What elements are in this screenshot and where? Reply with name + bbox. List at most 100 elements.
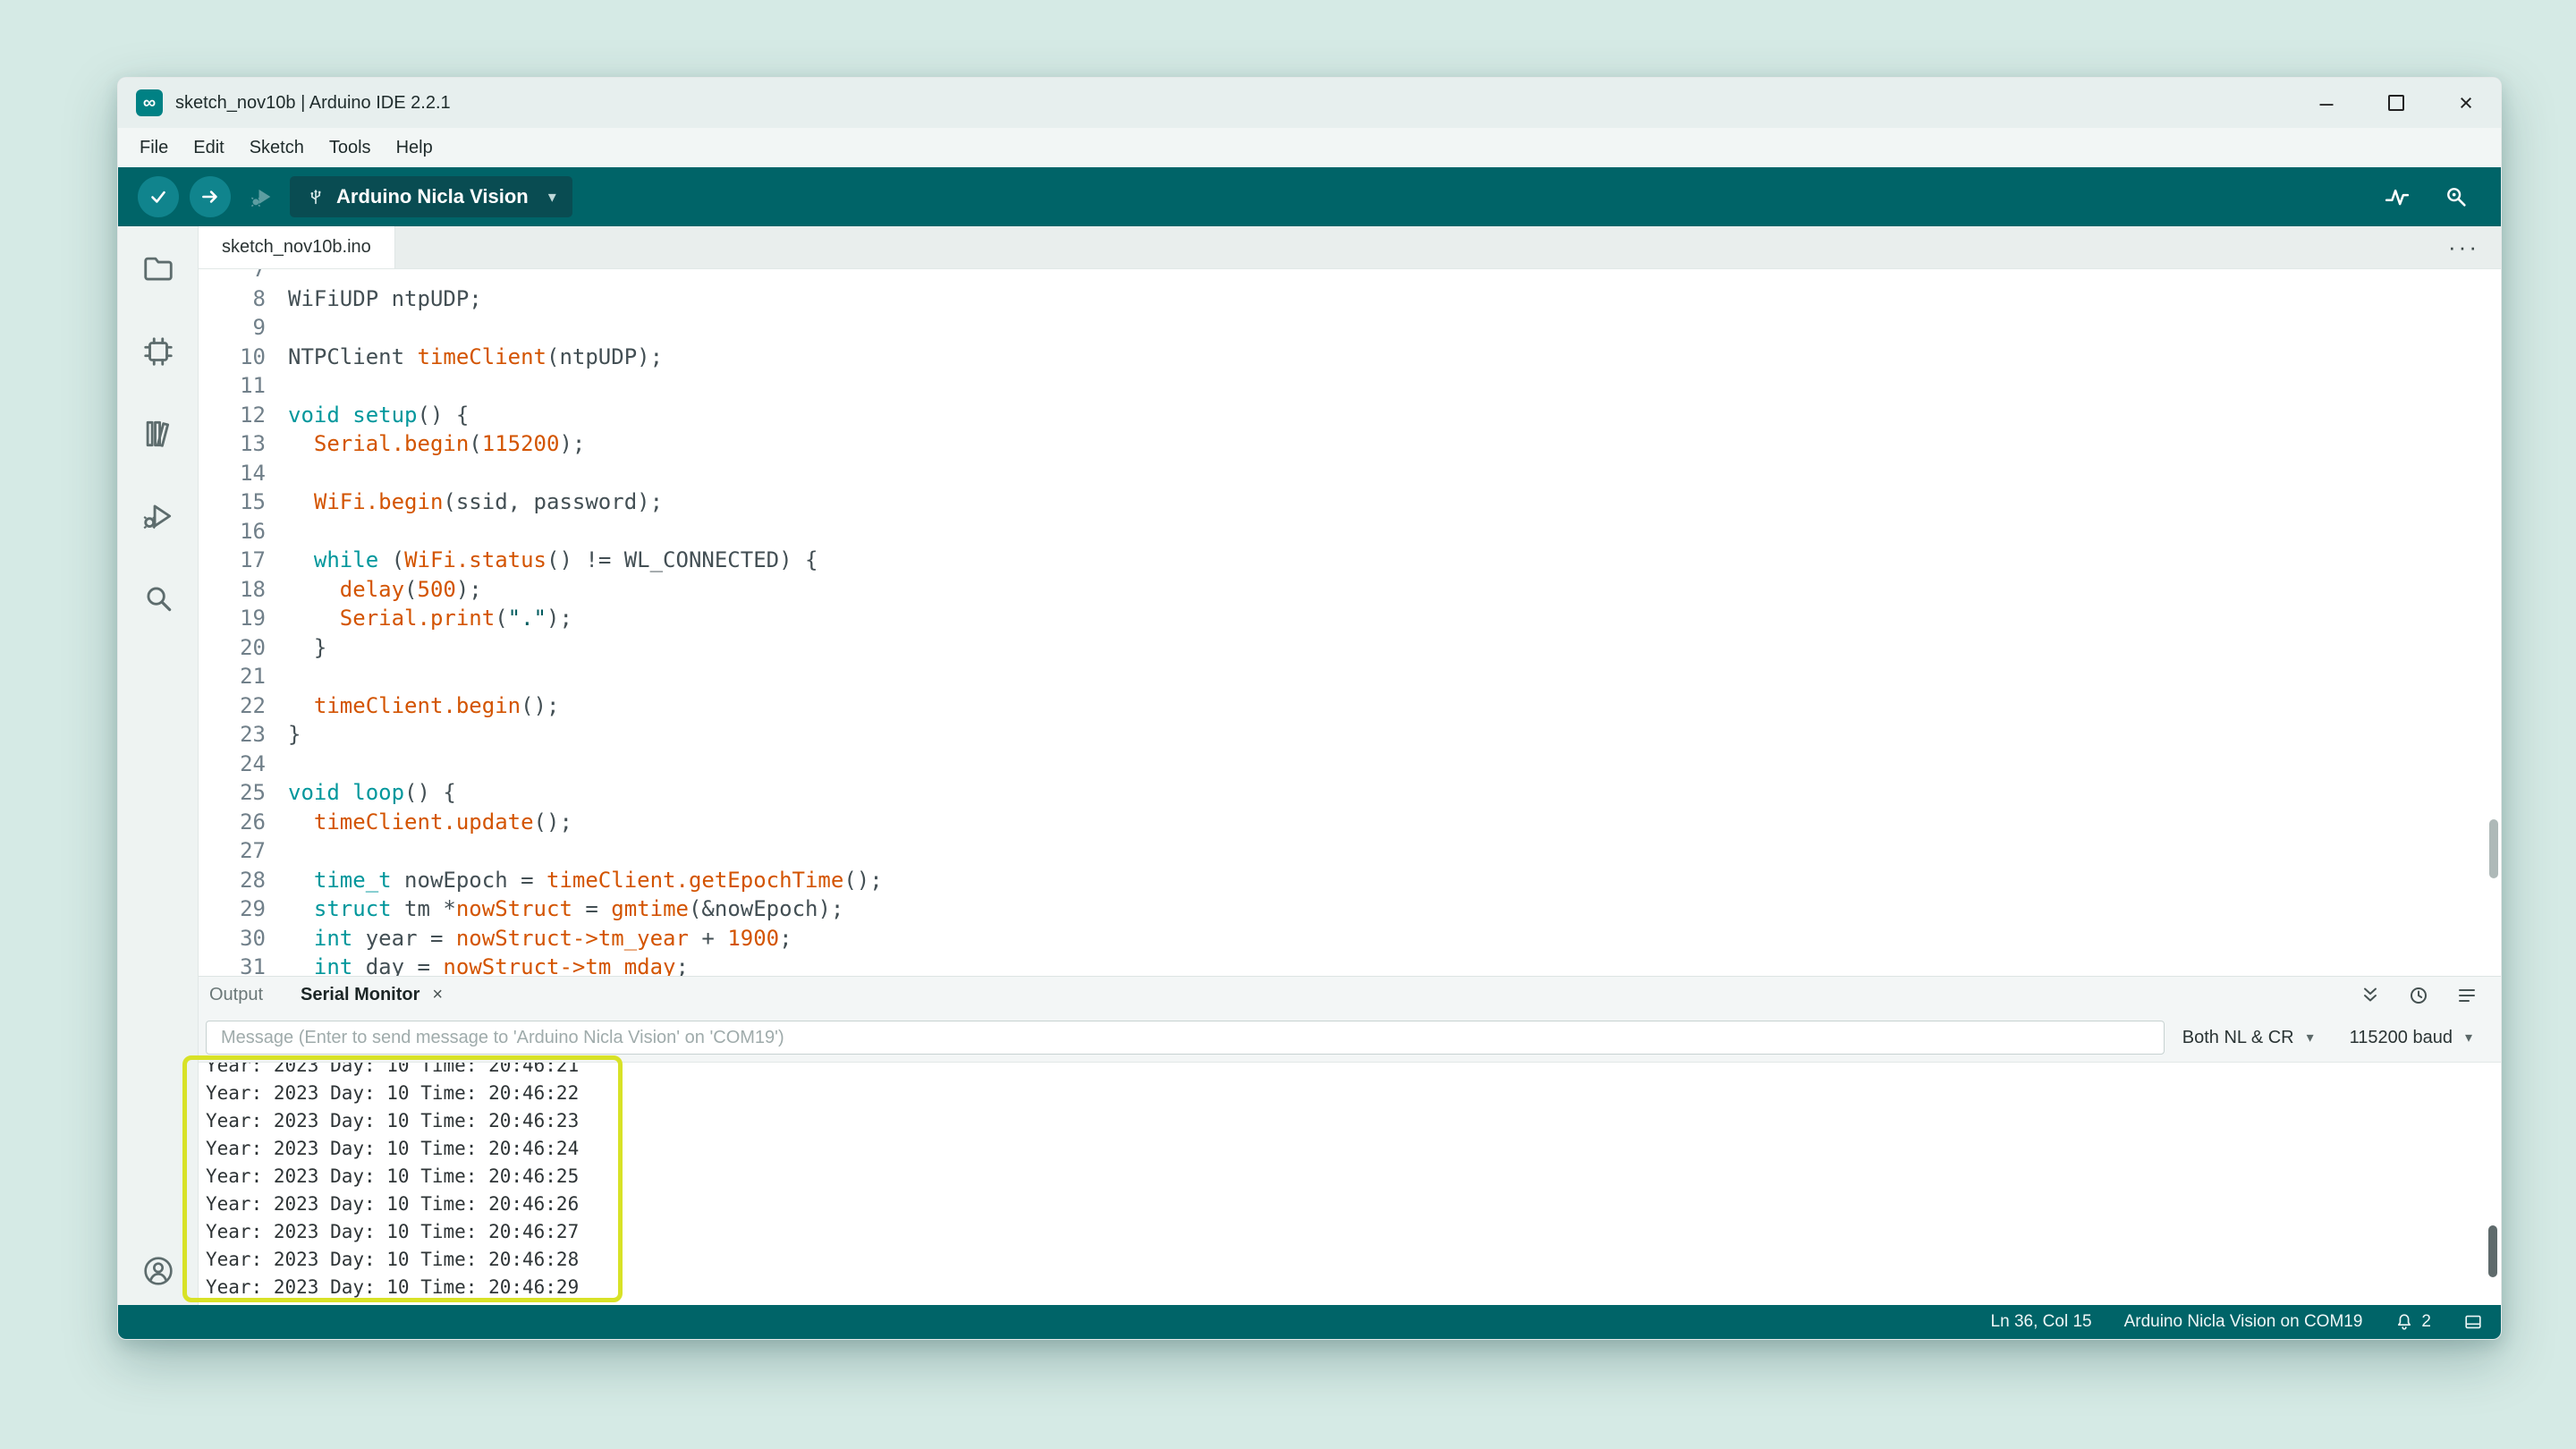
code-line[interactable]: 8WiFiUDP ntpUDP; (199, 284, 2487, 314)
code-line[interactable]: 11 (199, 371, 2487, 401)
tab-serial-monitor[interactable]: Serial Monitor × (301, 977, 443, 1013)
arrow-right-icon (199, 185, 222, 208)
code-line[interactable]: 15 WiFi.begin(ssid, password); (199, 487, 2487, 517)
arduino-app-icon: ∞ (136, 89, 163, 116)
clear-output-button[interactable] (2456, 985, 2478, 1006)
minimize-button[interactable]: – (2292, 78, 2361, 128)
sidebar-item-boards-manager[interactable] (139, 332, 178, 371)
arduino-ide-window: ∞ sketch_nov10b | Arduino IDE 2.2.1 – × … (117, 77, 2502, 1340)
code-line[interactable]: 20 } (199, 633, 2487, 663)
line-number: 31 (199, 953, 288, 976)
line-number: 26 (199, 808, 288, 837)
code-line[interactable]: 30 int year = nowStruct->tm_year + 1900; (199, 924, 2487, 953)
serial-line: Year: 2023 Day: 10 Time: 20:46:21 (206, 1062, 579, 1080)
serial-line: Year: 2023 Day: 10 Time: 20:46:22 (206, 1080, 579, 1107)
usb-icon (306, 187, 326, 207)
code-lines: 78WiFiUDP ntpUDP;910NTPClient timeClient… (199, 269, 2487, 976)
code-line[interactable]: 26 timeClient.update(); (199, 808, 2487, 837)
line-number: 21 (199, 662, 288, 691)
serial-monitor-button[interactable] (2435, 175, 2478, 218)
serial-line: Year: 2023 Day: 10 Time: 20:46:23 (206, 1107, 579, 1135)
code-line[interactable]: 18 delay(500); (199, 575, 2487, 605)
main-area: sketch_nov10b.ino ··· 78WiFiUDP ntpUDP;9… (199, 226, 2501, 1305)
chevron-down-icon: ▾ (2465, 1029, 2472, 1046)
serial-scrollbar-thumb[interactable] (2488, 1225, 2497, 1277)
menu-tools[interactable]: Tools (317, 128, 384, 167)
code-line[interactable]: 10NTPClient timeClient(ntpUDP); (199, 343, 2487, 372)
editor-scrollbar[interactable] (2487, 269, 2501, 976)
editor-scrollbar-thumb[interactable] (2489, 819, 2498, 878)
tab-output[interactable]: Output (209, 977, 263, 1013)
menu-file[interactable]: File (127, 128, 181, 167)
window-title: sketch_nov10b | Arduino IDE 2.2.1 (175, 93, 451, 114)
code-line[interactable]: 28 time_t nowEpoch = timeClient.getEpoch… (199, 866, 2487, 895)
code-line[interactable]: 7 (199, 269, 2487, 284)
line-number: 10 (199, 343, 288, 372)
chevron-down-icon: ▾ (2307, 1029, 2314, 1046)
menu-sketch[interactable]: Sketch (237, 128, 317, 167)
clear-output-icon (2456, 985, 2478, 1006)
upload-button[interactable] (190, 176, 231, 217)
double-chevron-down-icon (2360, 985, 2381, 1006)
code-line[interactable]: 23} (199, 720, 2487, 750)
line-number: 16 (199, 517, 288, 547)
account-button[interactable] (139, 1251, 178, 1291)
code-line[interactable]: 25void loop() { (199, 778, 2487, 808)
status-board-port[interactable]: Arduino Nicla Vision on COM19 (2124, 1312, 2363, 1332)
code-line[interactable]: 13 Serial.begin(115200); (199, 429, 2487, 459)
sidebar-item-sketchbook[interactable] (139, 250, 178, 289)
close-button[interactable]: × (2431, 78, 2501, 128)
line-number: 14 (199, 459, 288, 488)
chevron-down-icon: ▾ (548, 188, 556, 207)
serial-monitor-icon (2444, 184, 2469, 209)
line-number: 8 (199, 284, 288, 314)
board-selector[interactable]: Arduino Nicla Vision ▾ (290, 176, 572, 217)
notifications-button[interactable]: 2 (2394, 1312, 2431, 1332)
line-number: 29 (199, 894, 288, 924)
serial-output[interactable]: Year: 2023 Day: 10 Time: 20:46:21Year: 2… (199, 1062, 2501, 1305)
code-line[interactable]: 9 (199, 313, 2487, 343)
menu-edit[interactable]: Edit (181, 128, 236, 167)
verify-button[interactable] (138, 176, 179, 217)
board-selector-label: Arduino Nicla Vision (336, 185, 529, 208)
baud-rate-dropdown[interactable]: 115200 baud ▾ (2332, 1021, 2490, 1055)
serial-plotter-icon (2384, 183, 2411, 210)
code-line[interactable]: 31 int day = nowStruct->tm_mday; (199, 953, 2487, 976)
toggle-panel-button[interactable] (2463, 1312, 2483, 1332)
line-number: 20 (199, 633, 288, 663)
timestamp-toggle-button[interactable] (2408, 985, 2429, 1006)
baud-rate-value: 115200 baud (2350, 1028, 2453, 1048)
line-ending-dropdown[interactable]: Both NL & CR ▾ (2165, 1021, 2332, 1055)
tab-sketch-file[interactable]: sketch_nov10b.ino (199, 226, 395, 268)
code-line[interactable]: 24 (199, 750, 2487, 779)
code-line[interactable]: 16 (199, 517, 2487, 547)
line-number: 11 (199, 371, 288, 401)
line-number: 25 (199, 778, 288, 808)
code-line[interactable]: 19 Serial.print("."); (199, 604, 2487, 633)
sidebar-item-search[interactable] (139, 579, 178, 618)
code-editor[interactable]: 78WiFiUDP ntpUDP;910NTPClient timeClient… (199, 269, 2501, 976)
sidebar-item-library-manager[interactable] (139, 414, 178, 453)
code-line[interactable]: 17 while (WiFi.status() != WL_CONNECTED)… (199, 546, 2487, 575)
code-line[interactable]: 14 (199, 459, 2487, 488)
editor-menu-button[interactable]: ··· (2448, 226, 2501, 268)
activity-bar (118, 226, 199, 1305)
code-line[interactable]: 29 struct tm *nowStruct = gmtime(&nowEpo… (199, 894, 2487, 924)
toolbar: Arduino Nicla Vision ▾ (118, 167, 2501, 226)
code-line[interactable]: 27 (199, 836, 2487, 866)
close-serial-monitor-icon[interactable]: × (432, 985, 443, 1005)
menu-help[interactable]: Help (384, 128, 445, 167)
sidebar-item-debug[interactable] (139, 496, 178, 536)
maximize-button[interactable] (2361, 78, 2431, 128)
code-line[interactable]: 12void setup() { (199, 401, 2487, 430)
serial-plotter-button[interactable] (2376, 175, 2419, 218)
serial-message-input[interactable] (206, 1021, 2165, 1055)
cursor-position[interactable]: Ln 36, Col 15 (1991, 1312, 2092, 1332)
search-icon (141, 581, 175, 615)
line-number: 27 (199, 836, 288, 866)
notification-count: 2 (2421, 1312, 2431, 1332)
code-line[interactable]: 21 (199, 662, 2487, 691)
debug-button[interactable] (242, 176, 283, 217)
code-line[interactable]: 22 timeClient.begin(); (199, 691, 2487, 721)
collapse-panel-button[interactable] (2360, 985, 2381, 1006)
